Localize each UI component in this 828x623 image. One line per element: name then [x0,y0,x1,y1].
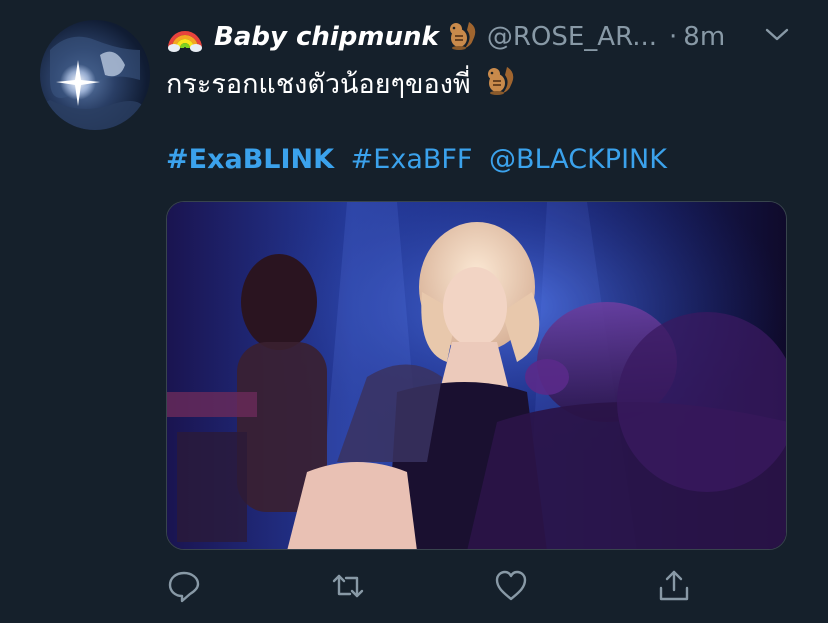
timestamp[interactable]: 8m [683,22,725,52]
tweet-text: กระรอกแชงตัวน้อยๆของพี่ [166,62,517,105]
chevron-down-icon[interactable] [764,25,790,49]
mention-link[interactable]: @BLACKPINK [489,144,667,175]
heart-icon[interactable] [493,568,529,604]
tweet-media-image[interactable] [166,201,787,550]
tweet-actions [0,568,828,604]
chipmunk-icon [445,18,479,56]
tweet-header: Baby chipmunk @ROSE_AR... · 8m [166,15,725,59]
reply-icon[interactable] [166,568,202,604]
tweet-card[interactable]: Baby chipmunk @ROSE_AR... · 8m กระรอกแชง… [0,0,828,623]
hashtag-line: #ExaBLINK #ExaBFF @BLACKPINK [166,144,675,175]
retweet-icon[interactable] [330,568,366,604]
hashtag-link[interactable]: #ExaBFF [351,144,473,175]
display-name[interactable]: Baby chipmunk [214,22,439,52]
separator-dot: · [669,22,678,52]
avatar[interactable] [40,20,150,130]
tweet-body: กระรอกแชงตัวน้อยๆของพี่ [166,69,471,100]
chipmunk-icon [483,63,517,104]
user-handle[interactable]: @ROSE_AR... [487,22,657,52]
rainbow-icon [166,16,204,58]
share-icon[interactable] [656,568,692,604]
hashtag-link[interactable]: #ExaBLINK [166,144,334,175]
